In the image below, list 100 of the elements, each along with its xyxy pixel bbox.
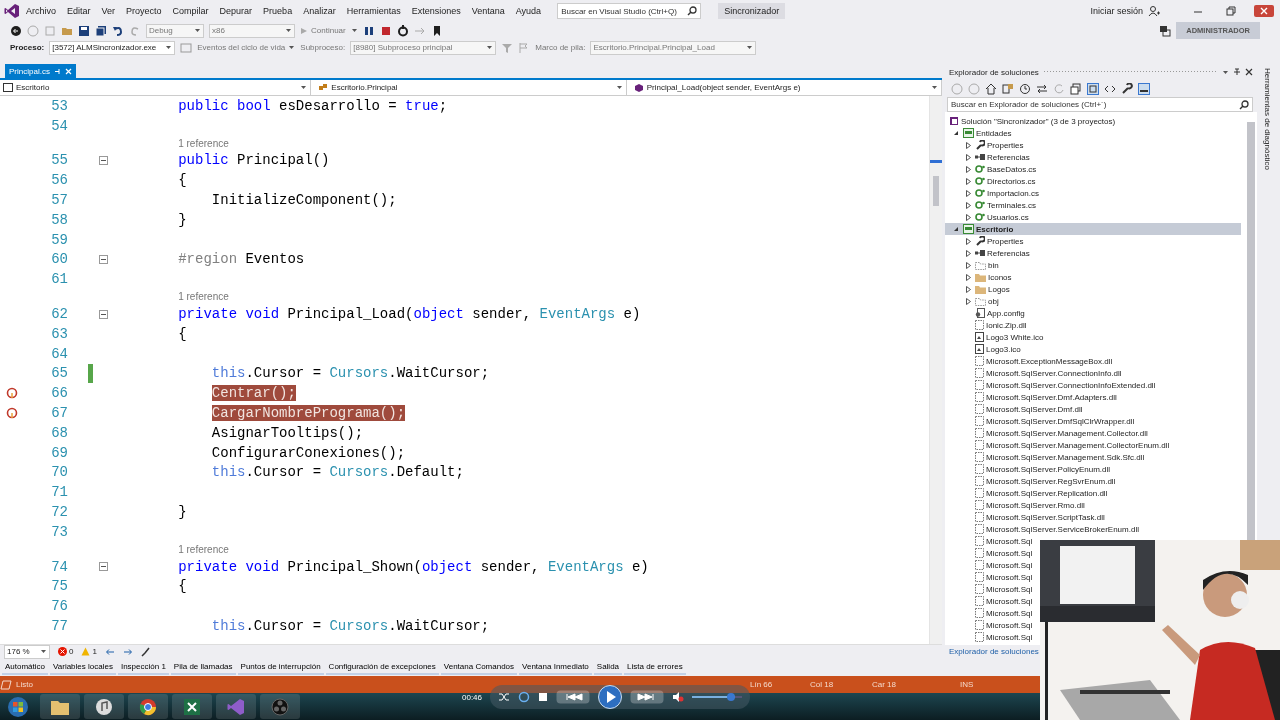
tree-item[interactable]: Logo3.ico — [945, 343, 1023, 355]
tool-window-tab[interactable]: Salida — [593, 659, 623, 675]
panel-tab[interactable]: Explorador de soluciones — [949, 647, 1039, 656]
search-input[interactable]: Buscar en Visual Studio (Ctrl+Q) — [561, 6, 686, 16]
caret-icon[interactable] — [165, 44, 173, 51]
collapse-icon[interactable] — [99, 254, 108, 264]
tree-item[interactable]: Iconos — [945, 271, 1014, 283]
save-icon[interactable] — [78, 24, 90, 37]
tree-item[interactable]: Microsoft.SqlServer.Management.Collector.dll — [945, 427, 1150, 439]
search-icon[interactable] — [687, 6, 698, 16]
tree-item[interactable]: Microsoft.SqlServer.ScriptTask.dll — [945, 511, 1107, 523]
save-all-icon[interactable] — [95, 24, 107, 37]
person-icon[interactable] — [1148, 5, 1160, 17]
tree-item[interactable]: Microsoft.SqlServer.RegSvrEnum.dll — [945, 475, 1118, 487]
tree-item[interactable]: bin — [945, 259, 1001, 271]
tool-window-tab[interactable]: Ventana Comandos — [440, 659, 518, 675]
breakpoint-icon[interactable] — [6, 407, 18, 420]
breakpoint-icon[interactable] — [6, 387, 18, 400]
break-all-icon[interactable] — [362, 24, 375, 37]
menu-item[interactable]: Archivo — [21, 4, 61, 18]
tree-item[interactable]: Referencias — [945, 151, 1032, 163]
brush-icon[interactable] — [140, 646, 151, 657]
tree-item[interactable]: Microsoft.Sql — [945, 619, 1035, 631]
app-logo-icon[interactable] — [4, 3, 20, 19]
taskbar-app[interactable] — [84, 694, 124, 719]
stack-frame-dropdown[interactable]: Escritorio.Principal.Principal_Load — [590, 40, 757, 55]
expanded-arrow-icon[interactable] — [953, 226, 959, 232]
tree-item[interactable]: BaseDatos.cs — [945, 163, 1039, 175]
collapsed-arrow-icon[interactable] — [965, 237, 971, 245]
show-all-files-icon[interactable] — [1087, 82, 1099, 95]
tree-item[interactable]: Microsoft.SqlServer.ConnectionInfoExtended.dll — [945, 379, 1158, 391]
menu-item[interactable]: Ayuda — [510, 4, 547, 18]
collapsed-arrow-icon[interactable] — [965, 249, 971, 257]
tree-item[interactable]: Microsoft.SqlServer.Rmo.dll — [945, 499, 1087, 511]
menu-item[interactable]: Proyecto — [121, 4, 167, 18]
preview-icon[interactable] — [1138, 82, 1150, 95]
feedback-icon[interactable] — [1159, 24, 1172, 37]
menu-item[interactable]: Editar — [62, 4, 96, 18]
warning-count[interactable]: 1 — [81, 647, 97, 656]
menu-item[interactable]: Extensiones — [406, 4, 466, 18]
tree-item[interactable]: Microsoft.SqlServer.ServiceBrokerEnum.dll — [945, 523, 1141, 535]
search-box[interactable]: Buscar en Explorador de soluciones (Ctrl+´) — [947, 97, 1253, 112]
process-dropdown[interactable]: [3572] ALMSincronizador.exe — [49, 40, 176, 55]
caret-icon[interactable] — [288, 44, 296, 51]
tool-window-tab[interactable]: Lista de errores — [624, 659, 686, 675]
shuffle-icon[interactable] — [498, 691, 511, 703]
undo-icon[interactable] — [112, 24, 124, 37]
collapsed-arrow-icon[interactable] — [965, 261, 971, 269]
menu-item[interactable]: Ver — [96, 4, 121, 18]
caret-icon[interactable] — [300, 84, 308, 91]
tree-item[interactable]: Microsoft.Sql — [945, 583, 1035, 595]
tree-item[interactable]: Escritorio — [945, 223, 1241, 235]
collapsed-arrow-icon[interactable] — [965, 201, 971, 209]
close-icon[interactable] — [1245, 68, 1253, 76]
tree-item[interactable]: Importacion.cs — [945, 187, 1042, 199]
collapsed-arrow-icon[interactable] — [965, 273, 971, 281]
platform-dropdown[interactable]: x86 — [209, 23, 295, 38]
caret-icon[interactable] — [615, 84, 623, 91]
play-icon[interactable] — [598, 685, 623, 709]
reference-count[interactable]: 1 reference — [178, 543, 229, 555]
tool-window-tab[interactable]: Variables locales — [50, 659, 116, 675]
taskbar-app[interactable] — [40, 694, 80, 719]
caret-icon[interactable] — [40, 648, 47, 655]
tree-item[interactable]: Microsoft.Sql — [945, 571, 1035, 583]
reference-count[interactable]: 1 reference — [178, 291, 229, 303]
tool-window-tab[interactable]: Pila de llamadas — [170, 659, 236, 675]
menu-item[interactable]: Herramientas — [341, 4, 406, 18]
switch-views-icon[interactable] — [1002, 82, 1014, 95]
caret-icon[interactable] — [1222, 68, 1229, 76]
collapse-icon[interactable] — [99, 156, 108, 165]
taskbar-app[interactable] — [128, 694, 168, 719]
caret-icon[interactable] — [194, 27, 201, 34]
home-icon[interactable] — [985, 82, 997, 95]
tree-item[interactable]: obj — [945, 295, 1001, 307]
scrollbar[interactable] — [929, 96, 942, 644]
caret-icon[interactable] — [486, 44, 494, 51]
history-icon[interactable] — [1019, 82, 1031, 95]
navigation-dropdown[interactable]: Escritorio — [0, 80, 312, 95]
tree-item[interactable]: Microsoft.Sql — [945, 607, 1035, 619]
tree-item[interactable]: Logo3 White.ico — [945, 331, 1046, 343]
collapsed-arrow-icon[interactable] — [965, 297, 971, 305]
caret-icon[interactable] — [746, 44, 754, 51]
tree-item[interactable]: Microsoft.ExceptionMessageBox.dll — [945, 355, 1115, 367]
zoom-dropdown[interactable]: 176 % — [4, 644, 50, 659]
collapsed-arrow-icon[interactable] — [965, 153, 971, 161]
tree-item[interactable]: Microsoft.SqlServer.DmfSqlClrWrapper.dll — [945, 415, 1137, 427]
collapsed-arrow-icon[interactable] — [965, 177, 971, 185]
expanded-arrow-icon[interactable] — [953, 130, 959, 136]
restart-icon[interactable] — [396, 24, 409, 37]
side-tab[interactable]: Herramientas de diagnóstico — [1262, 68, 1272, 170]
tree-item[interactable]: App.config — [945, 307, 1027, 319]
menu-item[interactable]: Prueba — [258, 4, 298, 18]
pin-icon[interactable] — [1233, 68, 1241, 76]
menu-item[interactable]: Compilar — [167, 4, 214, 18]
caret-icon[interactable] — [931, 84, 938, 91]
tree-item[interactable]: Solución "Sincronizador" (3 de 3 proyectos) — [945, 115, 1118, 127]
stop-icon[interactable] — [538, 692, 549, 702]
continue-button[interactable]: Continuar — [300, 26, 346, 35]
menu-item[interactable]: Depurar — [214, 4, 258, 18]
tree-item[interactable]: Microsoft.SqlServer.Dmf.Adapters.dll — [945, 391, 1119, 403]
